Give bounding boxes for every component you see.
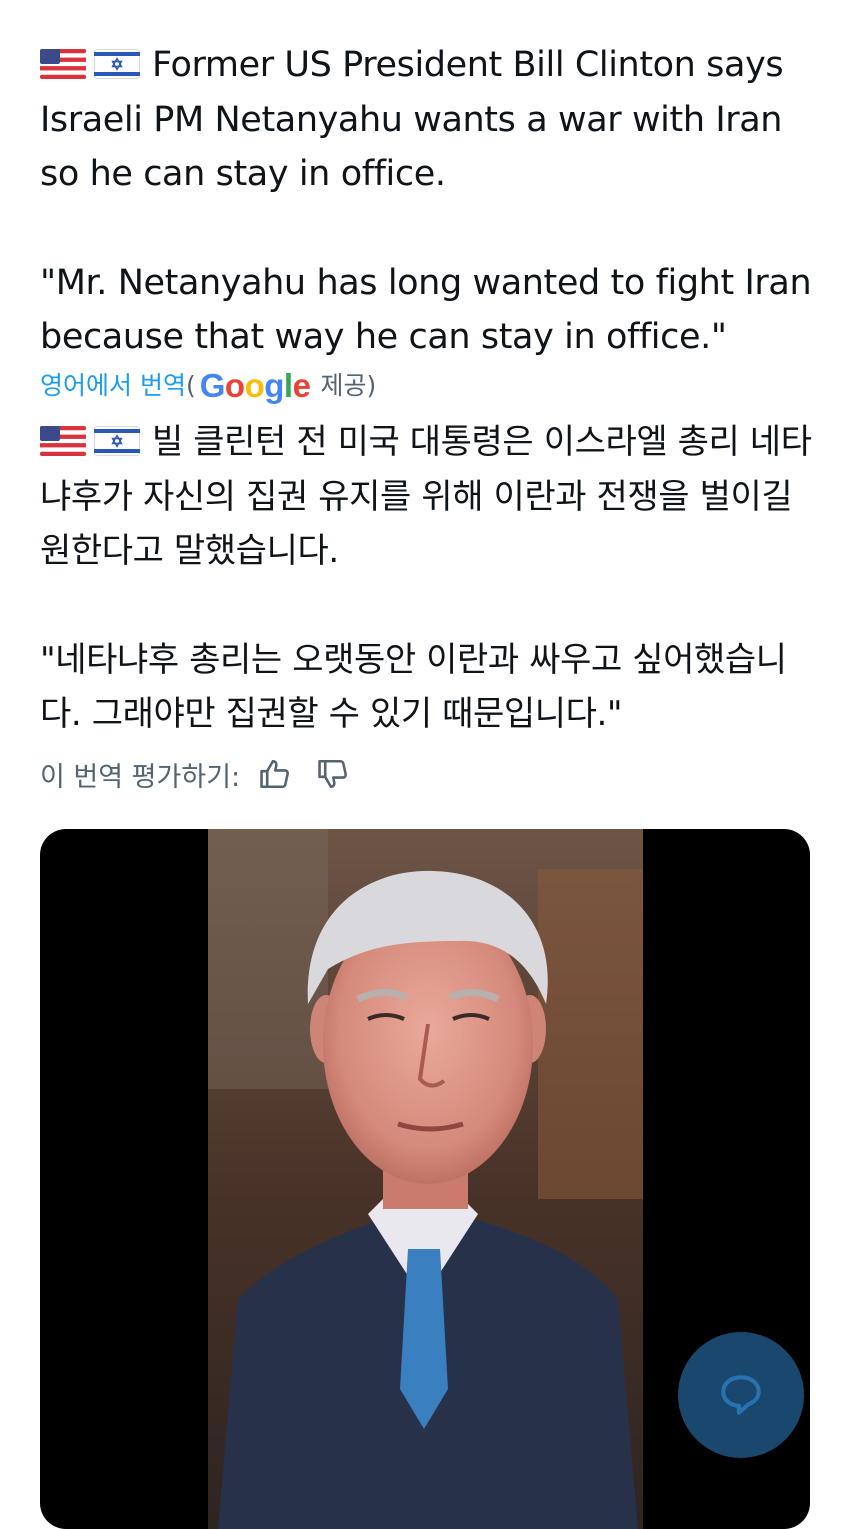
flag-group <box>40 415 148 470</box>
us-flag-icon <box>40 49 86 79</box>
us-flag-icon <box>40 426 86 456</box>
translation-open-paren: ( <box>185 371 196 400</box>
tweet-original-paragraph: Former US President Bill Clinton says Is… <box>40 38 820 202</box>
thumbs-up-icon <box>260 759 290 789</box>
israel-flag-icon <box>94 49 140 79</box>
translation-attribution: 영어에서 번역 ( Google 제공) <box>40 366 376 406</box>
flag-group <box>40 38 148 93</box>
israel-flag-icon <box>94 426 140 456</box>
translated-from-link[interactable]: 영어에서 번역 <box>40 366 186 406</box>
tweet-original-quote: "Mr. Netanyahu has long wanted to fight … <box>40 262 812 358</box>
media-photo <box>208 829 643 1529</box>
tweet-translated-paragraph: 빌 클린턴 전 미국 대통령은 이스라엘 총리 네타냐후가 자신의 집권 유지를… <box>40 415 820 579</box>
google-logo: Google <box>199 367 311 404</box>
tweet-original-text: Former US President Bill Clinton says Is… <box>40 38 820 365</box>
thumbs-down-icon <box>318 759 348 789</box>
thumbs-up-button[interactable] <box>258 757 292 791</box>
tweet-translated-text: 빌 클린턴 전 미국 대통령은 이스라엘 총리 네타냐후가 자신의 집권 유지를… <box>40 415 820 742</box>
rate-translation-label: 이 번역 평가하기: <box>40 761 241 793</box>
tweet-original-sentence: Former US President Bill Clinton says Is… <box>40 45 784 194</box>
tweet-translated-sentence: 빌 클린턴 전 미국 대통령은 이스라엘 총리 네타냐후가 자신의 집권 유지를… <box>40 422 812 571</box>
thumbs-down-button[interactable] <box>316 757 350 791</box>
tweet-translated-quote: "네타냐후 총리는 오랫동안 이란과 싸우고 싶어했습니다. 그래야만 집권할 … <box>40 639 787 735</box>
rate-translation-row: 이 번역 평가하기: <box>40 752 350 796</box>
reply-fab-button[interactable] <box>678 1332 804 1458</box>
reply-bubble-icon <box>721 1375 761 1415</box>
translation-provider-suffix: 제공) <box>320 371 377 400</box>
